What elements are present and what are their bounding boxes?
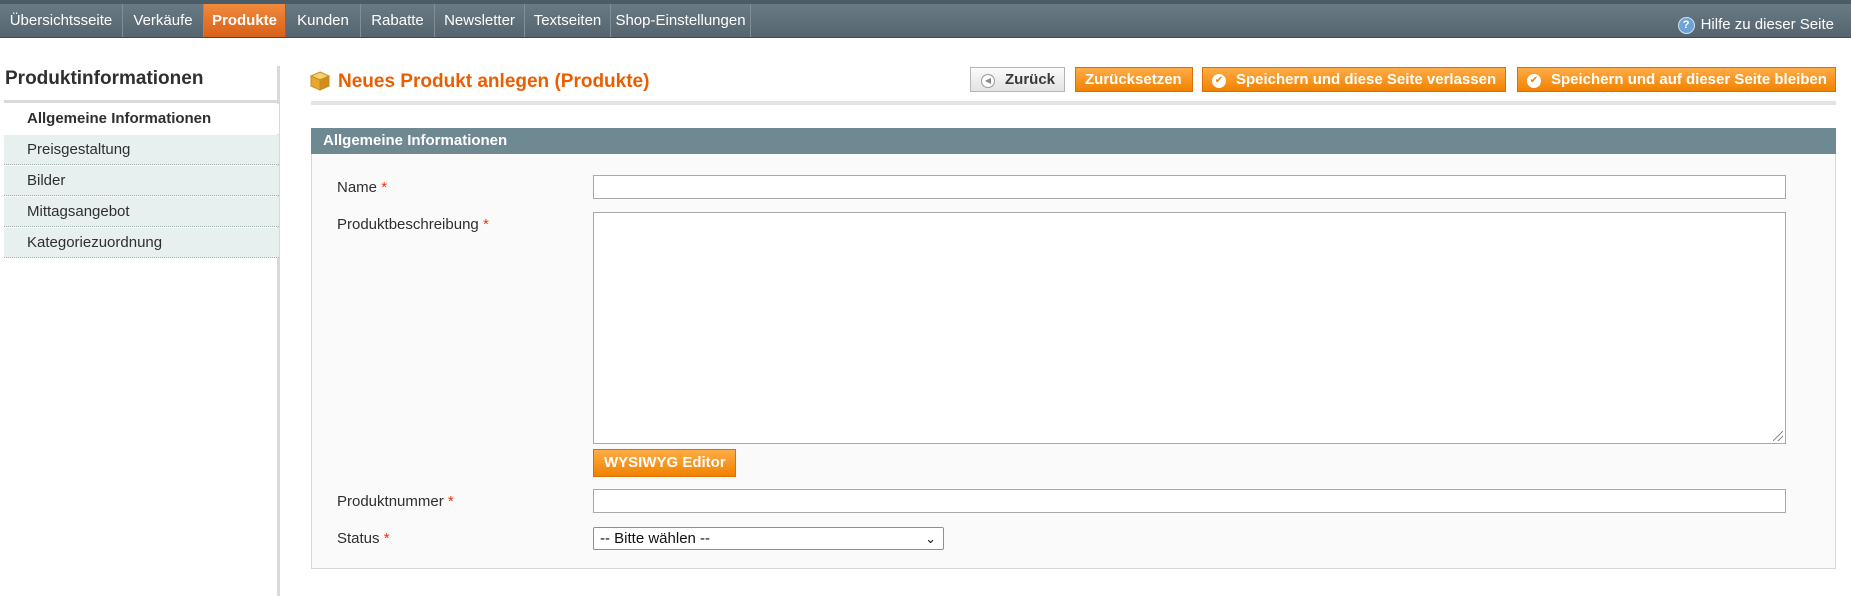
status-label: Status * (337, 530, 390, 547)
description-label: Produktbeschreibung * (337, 216, 489, 233)
header-divider (311, 101, 1836, 105)
nav-item-produkte[interactable]: Produkte (204, 4, 286, 37)
required-marker: * (383, 530, 390, 547)
required-marker: * (447, 493, 454, 510)
save-and-exit-label: Speichern und diese Seite verlassen (1236, 71, 1497, 88)
back-button[interactable]: ◀ Zurück (970, 67, 1065, 92)
wysiwyg-editor-button[interactable]: WYSIWYG Editor (593, 449, 736, 477)
section-header: Allgemeine Informationen (311, 128, 1836, 154)
sidebar-divider (4, 100, 279, 103)
back-button-label: Zurück (1005, 71, 1056, 88)
nav-item-rabatte[interactable]: Rabatte (361, 4, 435, 37)
sku-label: Produktnummer * (337, 493, 454, 510)
status-selected-value: -- Bitte wählen -- (600, 530, 711, 547)
reset-button-label: Zurücksetzen (1085, 71, 1182, 88)
sidebar-title: Produktinformationen (5, 68, 204, 89)
sidebar-item-kategoriezuordnung[interactable]: Kategoriezuordnung (4, 228, 279, 258)
sku-input[interactable] (593, 489, 1786, 513)
nav-item-kunden[interactable]: Kunden (286, 4, 361, 37)
chevron-down-icon: ⌄ (925, 531, 936, 546)
name-input[interactable] (593, 175, 1786, 199)
check-circle-icon: ✔ (1212, 74, 1226, 88)
sidebar-item-bilder[interactable]: Bilder (4, 166, 279, 196)
reset-button[interactable]: Zurücksetzen (1075, 67, 1193, 92)
check-circle-icon: ✔ (1527, 74, 1541, 88)
name-label: Name * (337, 179, 388, 196)
wysiwyg-editor-label: WYSIWYG Editor (604, 454, 726, 471)
status-select[interactable]: -- Bitte wählen -- ⌄ (593, 527, 944, 550)
product-box-icon (309, 71, 331, 91)
nav-item-shop-einstellungen[interactable]: Shop-Einstellungen (611, 4, 751, 37)
nav-item-verkaeufe[interactable]: Verkäufe (123, 4, 204, 37)
nav-item-textseiten[interactable]: Textseiten (525, 4, 611, 37)
sidebar-item-preisgestaltung[interactable]: Preisgestaltung (4, 135, 279, 165)
page-title: Neues Produkt anlegen (Produkte) (338, 71, 650, 92)
question-circle-icon: ? (1677, 17, 1695, 34)
save-and-stay-button[interactable]: ✔ Speichern und auf dieser Seite bleiben (1517, 67, 1836, 92)
required-marker: * (381, 179, 388, 196)
resize-handle-icon[interactable] (1773, 431, 1783, 441)
required-marker: * (482, 216, 489, 233)
sidebar-item-allgemeine-informationen[interactable]: Allgemeine Informationen (4, 104, 279, 134)
nav-item-newsletter[interactable]: Newsletter (435, 4, 525, 37)
nav-item-uebersichtsseite[interactable]: Übersichtsseite (0, 4, 123, 37)
main-navigation: Übersichtsseite Verkäufe Produkte Kunden… (0, 4, 1851, 38)
save-and-exit-button[interactable]: ✔ Speichern und diese Seite verlassen (1202, 67, 1506, 92)
sidebar-item-mittagsangebot[interactable]: Mittagsangebot (4, 197, 279, 227)
description-textarea[interactable] (593, 212, 1786, 444)
back-arrow-icon: ◀ (981, 74, 995, 88)
help-link[interactable]: ? Hilfe zu dieser Seite (1677, 8, 1834, 41)
help-label: Hilfe zu dieser Seite (1700, 16, 1834, 33)
save-and-stay-label: Speichern und auf dieser Seite bleiben (1551, 71, 1827, 88)
